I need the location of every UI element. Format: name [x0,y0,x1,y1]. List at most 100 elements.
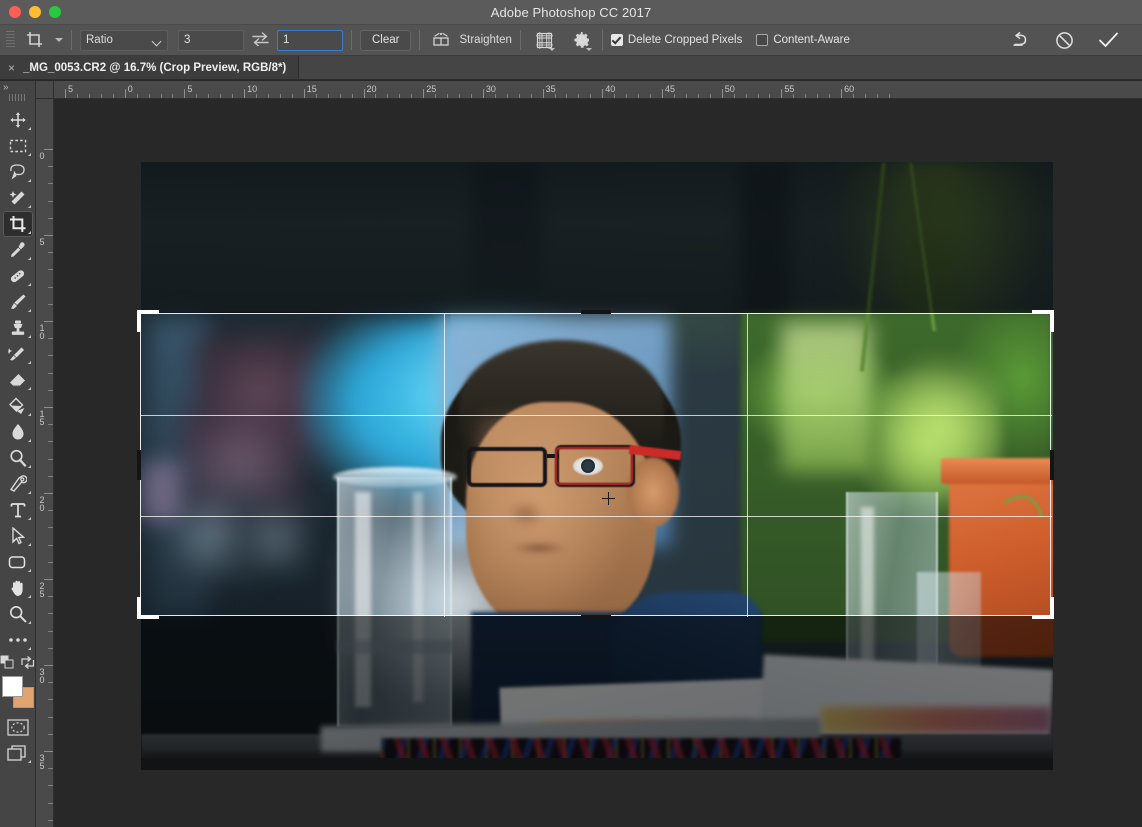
ruler-minor-tick [48,475,53,477]
delete-cropped-pixels-label: Delete Cropped Pixels [627,34,743,46]
rectangular-marquee-tool[interactable] [3,133,33,159]
crop-width-input[interactable] [178,29,244,51]
delete-cropped-pixels-checkbox[interactable] [610,34,623,46]
ruler-minor-tick [554,94,556,98]
swap-colors-icon[interactable] [21,655,35,674]
ruler-major-tick [44,493,53,494]
eraser-tool[interactable] [3,367,33,393]
ruler-label: 30 [485,84,496,94]
ruler-label: 0 [39,151,45,161]
zoom-tool[interactable] [3,601,33,627]
swap-arrows-icon[interactable] [252,31,269,49]
ruler-major-tick [65,89,66,98]
tools-panel-grip[interactable] [8,94,27,101]
spot-healing-brush-tool[interactable] [3,263,33,289]
pen-tool[interactable] [3,471,33,497]
hand-tool[interactable] [3,575,33,601]
tool-group-indicator [27,569,31,572]
document-photo[interactable] [141,162,1053,770]
ruler-minor-tick [494,94,496,98]
cancel-circle-slash-icon[interactable] [1055,28,1074,52]
ruler-label: 20 [366,84,377,94]
edit-toolbar-ellipsis[interactable] [3,627,33,653]
delete-cropped-pixels-checkbox-row[interactable]: Delete Cropped Pixels [610,34,743,46]
ruler-major-tick [841,89,843,98]
ruler-minor-tick [315,94,317,98]
brush-tool[interactable] [3,289,33,315]
vertical-ruler[interactable]: 0510152025303540 [36,99,54,827]
ruler-minor-tick [48,819,53,821]
tool-group-indicator [27,361,31,364]
dodge-tool[interactable] [3,445,33,471]
ruler-minor-tick [48,355,53,357]
ruler-minor-tick [399,94,401,98]
ruler-major-tick [423,89,425,98]
crop-tool[interactable] [2,211,33,237]
tool-group-indicator [27,595,31,598]
reset-arrow-icon[interactable] [1011,28,1031,52]
type-tool[interactable] [3,497,33,523]
tool-group-indicator [27,413,31,416]
document-tab[interactable]: × _MG_0053.CR2 @ 16.7% (Crop Preview, RG… [0,56,300,79]
ruler-origin-corner[interactable] [36,81,54,99]
path-selection-tool[interactable] [3,523,33,549]
canvas-area[interactable] [54,99,1142,827]
blur-tool[interactable] [3,419,33,445]
ratio-select[interactable]: Ratio [80,29,168,51]
clear-button[interactable]: Clear [360,29,412,51]
crop-tool-icon[interactable] [20,28,50,52]
ruler-minor-tick [232,94,234,98]
ruler-minor-tick [48,768,53,770]
chevron-down-icon[interactable] [55,38,63,42]
ruler-minor-tick [48,682,53,684]
ruler-minor-tick [864,94,866,98]
ruler-minor-tick [279,94,281,98]
rectangle-tool[interactable] [3,549,33,575]
content-aware-checkbox-row[interactable]: Content-Aware [756,34,850,46]
crop-height-input[interactable] [277,29,343,51]
ruler-label: 25 [426,84,437,94]
screen-mode-icon[interactable] [3,740,33,766]
ratio-select-wrap[interactable]: Ratio [80,29,168,51]
ruler-minor-tick [578,94,580,98]
options-bar-grip[interactable] [6,31,15,49]
ruler-label: 60 [844,84,855,94]
foreground-color-swatch[interactable] [1,676,23,697]
ruler-minor-tick [853,94,855,98]
clone-stamp-tool[interactable] [3,315,33,341]
tool-group-indicator [27,760,31,763]
content-aware-checkbox[interactable] [756,34,769,46]
straighten-label[interactable]: Straighten [459,34,511,46]
collapse-panel-icon[interactable]: » [0,81,35,94]
tool-group-indicator [27,387,31,390]
gear-icon[interactable] [573,28,592,52]
ruler-label: 10 [39,323,45,341]
ruler-minor-tick [48,252,53,254]
ruler-label: 0 [127,84,133,94]
gradient-tool[interactable] [3,393,33,419]
ruler-major-tick [482,89,484,98]
default-colors-icon[interactable] [0,655,15,674]
ruler-minor-tick [435,94,437,98]
straighten-icon[interactable] [431,28,451,52]
divider [351,30,352,50]
ruler-minor-tick [267,94,269,98]
magic-wand-tool[interactable] [3,185,33,211]
eyedropper-tool[interactable] [3,237,33,263]
quick-mask-icon[interactable] [3,714,33,740]
move-tool[interactable] [3,107,33,133]
tool-group-indicator [27,491,31,494]
ruler-label: 10 [247,84,258,94]
ruler-label: 5 [187,84,193,94]
history-brush-tool[interactable] [3,341,33,367]
horizontal-ruler[interactable]: 5 0 5 10 15 20 25 30 35 40 45 50 55 60 [36,81,1142,99]
checkmark-icon[interactable] [1098,28,1119,52]
ruler-minor-tick [530,94,532,98]
ruler-minor-tick [757,94,759,98]
crop-overlay-grid-icon[interactable] [535,28,555,52]
color-swatches[interactable] [1,676,34,710]
ruler-minor-tick [48,441,53,443]
ruler-minor-tick [48,269,53,271]
close-icon[interactable]: × [8,61,15,75]
lasso-tool[interactable] [3,159,33,185]
